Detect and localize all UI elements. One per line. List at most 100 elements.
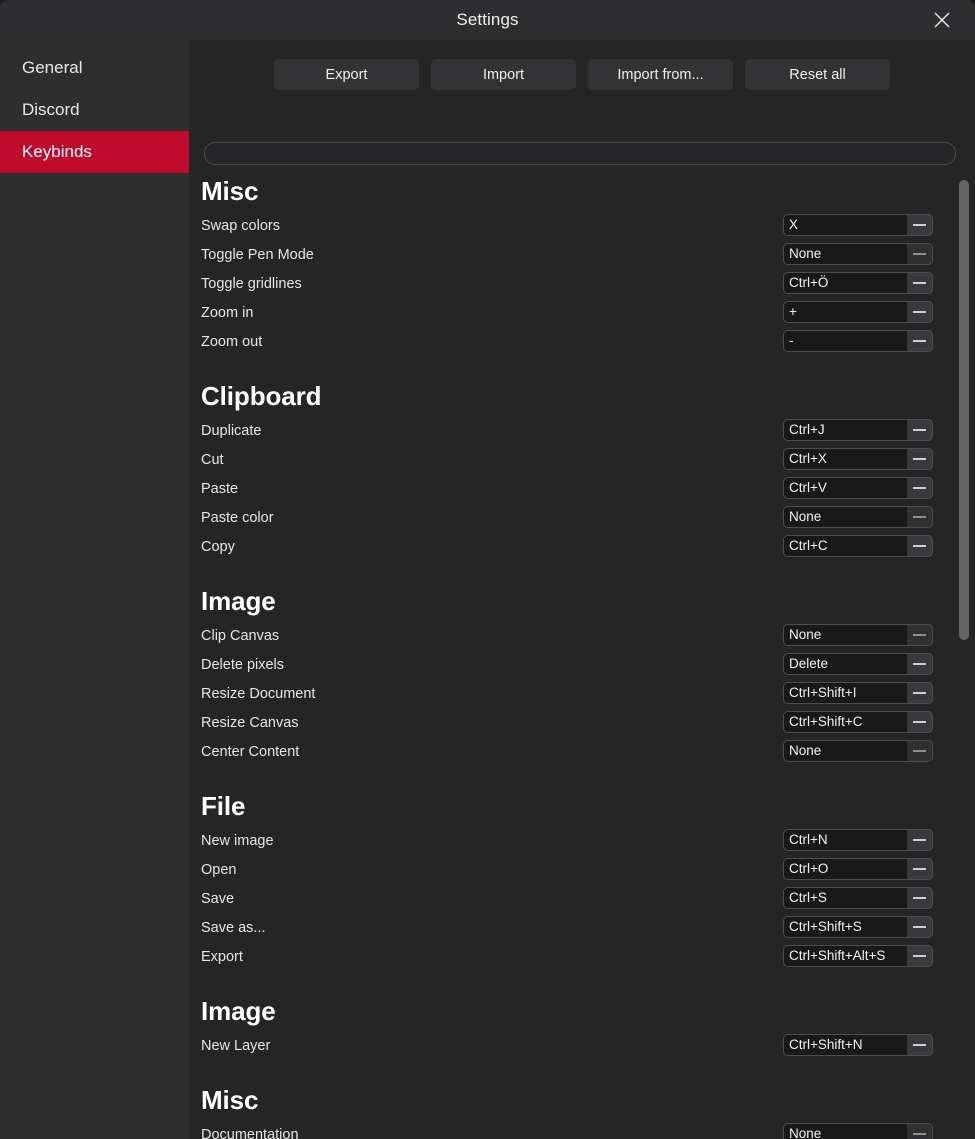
keybind-control — [783, 653, 933, 675]
keybind-input[interactable] — [783, 945, 907, 967]
keybind-input[interactable] — [783, 916, 907, 938]
import-from-button[interactable]: Import from... — [588, 59, 733, 90]
reset-all-button[interactable]: Reset all — [745, 59, 890, 90]
section-title: Image — [201, 993, 953, 1031]
clear-keybind-button[interactable] — [907, 740, 933, 762]
keybind-control — [783, 301, 933, 323]
minus-icon — [913, 311, 926, 313]
minus-icon — [913, 429, 926, 431]
keybind-control — [783, 1123, 933, 1139]
keybind-input[interactable] — [783, 1123, 907, 1139]
keybind-action-label: Zoom in — [201, 305, 253, 321]
keybind-section: ImageClip CanvasDelete pixelsResize Docu… — [201, 583, 953, 766]
keybind-control — [783, 272, 933, 294]
keybind-input[interactable] — [783, 711, 907, 733]
keybind-row: Duplicate — [201, 416, 953, 445]
clear-keybind-button[interactable] — [907, 1123, 933, 1139]
keybind-section: Image New Layer — [201, 993, 953, 1060]
keybind-control — [783, 858, 933, 880]
clear-keybind-button[interactable] — [907, 214, 933, 236]
keybind-action-label: Copy — [201, 539, 235, 555]
minus-icon — [913, 1133, 926, 1135]
minus-icon — [913, 545, 926, 547]
search-input[interactable] — [204, 142, 956, 165]
keybind-control — [783, 419, 933, 441]
keybind-control — [783, 711, 933, 733]
keybind-action-label: Zoom out — [201, 334, 262, 350]
keybind-control — [783, 945, 933, 967]
keybind-action-label: Resize Document — [201, 686, 315, 702]
minus-icon — [913, 897, 926, 899]
minus-icon — [913, 868, 926, 870]
keybind-input[interactable] — [783, 740, 907, 762]
export-button[interactable]: Export — [274, 59, 419, 90]
keybind-row: Zoom out — [201, 327, 953, 356]
keybind-control — [783, 330, 933, 352]
keybind-row: Save as... — [201, 913, 953, 942]
keybind-input[interactable] — [783, 448, 907, 470]
keybind-input[interactable] — [783, 214, 907, 236]
keybinds-scroll-area[interactable]: MiscSwap colorsToggle Pen ModeToggle gri… — [189, 173, 975, 1139]
keybind-input[interactable] — [783, 1034, 907, 1056]
sidebar-item-keybinds[interactable]: Keybinds — [0, 131, 189, 173]
clear-keybind-button[interactable] — [907, 858, 933, 880]
section-title: Image — [201, 583, 953, 621]
clear-keybind-button[interactable] — [907, 330, 933, 352]
keybind-input[interactable] — [783, 829, 907, 851]
keybind-input[interactable] — [783, 653, 907, 675]
keybind-input[interactable] — [783, 535, 907, 557]
minus-icon — [913, 692, 926, 694]
clear-keybind-button[interactable] — [907, 653, 933, 675]
section-title: Misc — [201, 173, 953, 211]
scrollbar[interactable] — [959, 178, 969, 1139]
import-button[interactable]: Import — [431, 59, 576, 90]
clear-keybind-button[interactable] — [907, 887, 933, 909]
keybind-input[interactable] — [783, 887, 907, 909]
clear-keybind-button[interactable] — [907, 682, 933, 704]
close-icon[interactable] — [919, 6, 965, 34]
keybind-input[interactable] — [783, 301, 907, 323]
keybind-input[interactable] — [783, 330, 907, 352]
content-panel: Export Import Import from... Reset all M… — [189, 40, 975, 1139]
minus-icon — [913, 955, 926, 957]
keybind-input[interactable] — [783, 477, 907, 499]
clear-keybind-button[interactable] — [907, 711, 933, 733]
keybind-input[interactable] — [783, 858, 907, 880]
clear-keybind-button[interactable] — [907, 829, 933, 851]
clear-keybind-button[interactable] — [907, 448, 933, 470]
keybind-input[interactable] — [783, 506, 907, 528]
keybind-action-label: New Layer — [201, 1038, 270, 1054]
keybind-row: Export — [201, 942, 953, 971]
keybind-input[interactable] — [783, 243, 907, 265]
minus-icon — [913, 663, 926, 665]
keybind-action-label: Swap colors — [201, 218, 280, 234]
clear-keybind-button[interactable] — [907, 243, 933, 265]
clear-keybind-button[interactable] — [907, 419, 933, 441]
keybind-input[interactable] — [783, 682, 907, 704]
clear-keybind-button[interactable] — [907, 916, 933, 938]
section-title: Clipboard — [201, 378, 953, 416]
clear-keybind-button[interactable] — [907, 301, 933, 323]
clear-keybind-button[interactable] — [907, 945, 933, 967]
sidebar-item-discord[interactable]: Discord — [0, 89, 189, 131]
minus-icon — [913, 839, 926, 841]
keybind-input[interactable] — [783, 624, 907, 646]
keybind-row: Resize Canvas — [201, 708, 953, 737]
minus-icon — [913, 458, 926, 460]
clear-keybind-button[interactable] — [907, 506, 933, 528]
keybind-input[interactable] — [783, 419, 907, 441]
keybind-row: Toggle gridlines — [201, 269, 953, 298]
clear-keybind-button[interactable] — [907, 477, 933, 499]
keybind-input[interactable] — [783, 272, 907, 294]
keybind-action-label: Save — [201, 891, 234, 907]
clear-keybind-button[interactable] — [907, 1034, 933, 1056]
clear-keybind-button[interactable] — [907, 624, 933, 646]
minus-icon — [913, 487, 926, 489]
scrollbar-thumb[interactable] — [959, 180, 969, 640]
clear-keybind-button[interactable] — [907, 535, 933, 557]
clear-keybind-button[interactable] — [907, 272, 933, 294]
sidebar-item-general[interactable]: General — [0, 47, 189, 89]
settings-window: Settings General Discord Keybinds Export… — [0, 0, 975, 1139]
sidebar-item-label: General — [22, 58, 82, 78]
minus-icon — [913, 282, 926, 284]
